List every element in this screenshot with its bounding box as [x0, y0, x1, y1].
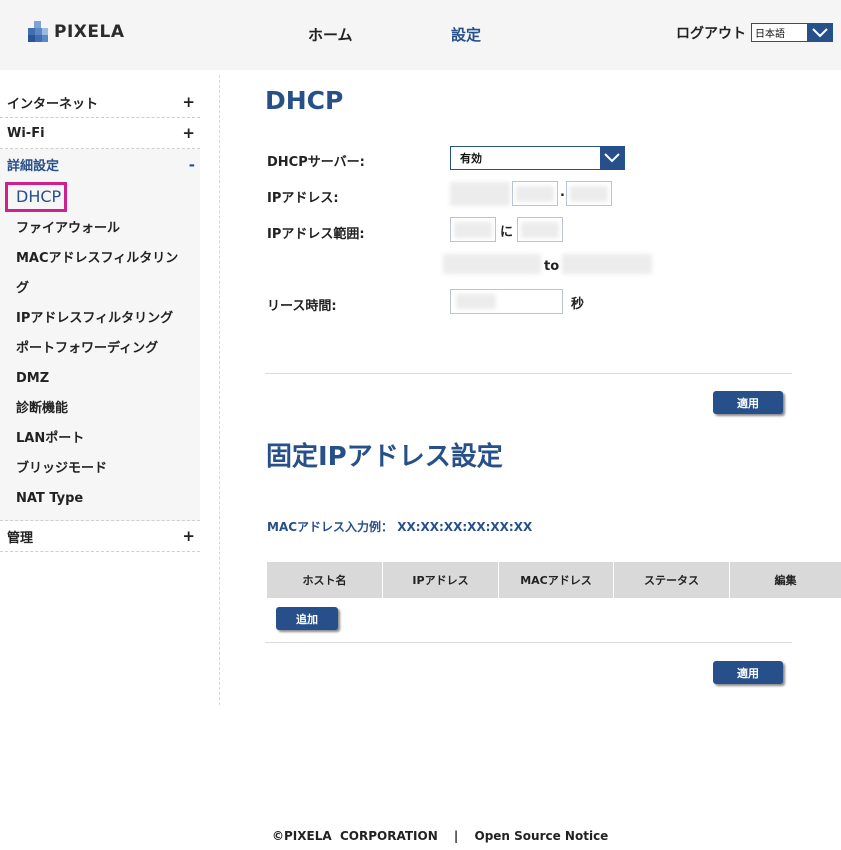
ip-address-label: IPアドレス:	[267, 191, 339, 206]
sidebar-subitem-firewall[interactable]: ファイアウォール	[0, 214, 200, 244]
lease-time-label: リース時間:	[267, 299, 337, 314]
column-header-mac-address: MACアドレス	[499, 562, 614, 598]
ip-range-label: IPアドレス範囲:	[267, 227, 365, 242]
nav-settings-link[interactable]: 設定	[451, 24, 481, 45]
expand-icon: +	[182, 124, 195, 142]
dhcp-server-label: DHCPサーバー:	[267, 155, 365, 170]
sidebar-subitem-ip-filtering[interactable]: IPアドレスフィルタリング	[0, 304, 200, 334]
sidebar-item-label: 管理	[7, 530, 34, 546]
chevron-down-icon	[807, 24, 832, 41]
mac-example-text: MACアドレス入力例： XX:XX:XX:XX:XX:XX	[267, 520, 533, 534]
dhcp-apply-button[interactable]: 適用	[713, 391, 783, 414]
ip-range-start-full-masked	[443, 254, 541, 274]
ip-address-octet-3-masked	[516, 186, 554, 202]
footer-separator: |	[453, 829, 459, 843]
logout-link[interactable]: ログアウト	[676, 23, 746, 43]
sidebar-item-internet[interactable]: インターネット +	[0, 87, 200, 118]
ip-range-start-masked	[454, 222, 492, 238]
language-select-value: 日本語	[755, 29, 785, 40]
sidebar-subitem-dmz[interactable]: DMZ	[0, 364, 200, 394]
sidebar: インターネット + Wi-Fi + 詳細設定 - DHCP ファイアウォール M…	[0, 87, 200, 552]
sidebar-item-advanced[interactable]: 詳細設定 -	[0, 149, 200, 180]
column-header-edit: 編集	[774, 574, 797, 587]
sidebar-subitem-bridge-mode[interactable]: ブリッジモード	[0, 454, 200, 484]
sidebar-divider	[219, 75, 220, 705]
sidebar-item-label: インターネット	[7, 96, 99, 112]
lease-time-value-masked	[456, 294, 496, 309]
collapse-icon: -	[188, 155, 195, 174]
sidebar-item-admin[interactable]: 管理 +	[0, 521, 200, 552]
nav-home-link[interactable]: ホーム	[308, 24, 353, 45]
ip-range-end-masked	[521, 222, 559, 238]
ip-address-octet-4-masked	[570, 186, 608, 202]
logo[interactable]: PIXELA	[26, 20, 125, 44]
dhcp-title: DHCP	[265, 86, 344, 115]
lease-time-unit: 秒	[571, 297, 585, 312]
header-bar: PIXELA ホーム 設定 ログアウト 日本語	[0, 0, 841, 70]
static-ip-title: 固定IPアドレス設定	[266, 442, 503, 472]
static-ip-table-header: ホスト名 IPアドレス MACアドレス ステータス 編集	[267, 562, 841, 598]
pixela-logo-icon	[28, 21, 48, 42]
column-header-ip-address: IPアドレス	[383, 562, 499, 598]
static-ip-apply-button[interactable]: 適用	[713, 661, 783, 684]
ip-address-dot: .	[560, 185, 565, 200]
expand-icon: +	[182, 527, 195, 545]
expand-icon: +	[182, 93, 195, 111]
sidebar-item-label: Wi-Fi	[7, 125, 45, 141]
sidebar-subitem-mac-filtering-cont[interactable]: グ	[0, 274, 200, 304]
ip-address-prefix-masked	[450, 182, 510, 206]
sidebar-subitem-dhcp[interactable]: DHCP	[5, 182, 67, 212]
sidebar-subitem-port-forwarding[interactable]: ポートフォワーディング	[0, 334, 200, 364]
sidebar-subitem-diagnostics[interactable]: 診断機能	[0, 394, 200, 424]
footer: ©PIXELA CORPORATION | Open Source Notice	[272, 829, 608, 843]
chevron-down-icon	[600, 147, 624, 169]
open-source-notice-link[interactable]: Open Source Notice	[475, 829, 609, 843]
sidebar-item-wifi[interactable]: Wi-Fi +	[0, 118, 200, 149]
sidebar-subitem-nat-type[interactable]: NAT Type	[0, 484, 200, 514]
language-select[interactable]: 日本語	[751, 23, 833, 42]
column-header-status: ステータス	[614, 562, 730, 598]
sidebar-item-label: 詳細設定	[7, 159, 60, 174]
section-divider	[265, 373, 792, 374]
sidebar-subitem-lan-port[interactable]: LANポート	[0, 424, 200, 454]
ip-range-end-full-masked	[562, 254, 652, 274]
add-entry-button[interactable]: 追加	[276, 607, 338, 630]
section-divider	[265, 642, 792, 643]
dhcp-server-select-value: 有効	[460, 152, 482, 165]
logo-text: PIXELA	[54, 22, 125, 42]
sidebar-subitem-mac-filtering[interactable]: MACアドレスフィルタリン	[0, 244, 200, 274]
dhcp-server-select[interactable]: 有効	[450, 146, 625, 170]
column-header-hostname: ホスト名	[267, 562, 383, 598]
sidebar-submenu-advanced: DHCP ファイアウォール MACアドレスフィルタリン グ IPアドレスフィルタ…	[0, 180, 200, 521]
ip-range-ni-text: に	[500, 225, 514, 240]
footer-copyright: ©PIXELA CORPORATION	[272, 829, 438, 843]
ip-range-to-text: to	[544, 259, 560, 274]
